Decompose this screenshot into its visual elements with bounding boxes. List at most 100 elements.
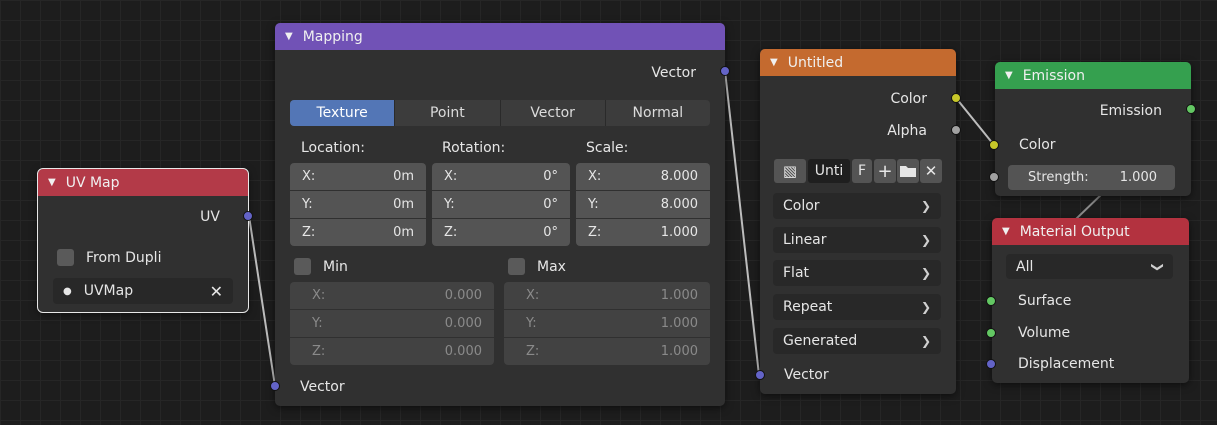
collapse-icon[interactable]: ▼	[770, 57, 778, 68]
output-emission-label: Emission	[1099, 103, 1162, 119]
interpolation-dropdown[interactable]: Linear ❯	[773, 227, 941, 253]
emission-input-strength-socket[interactable]	[989, 172, 999, 182]
target-dropdown[interactable]: All ❯	[1006, 254, 1173, 279]
chevron-down-icon: ❯	[1150, 261, 1165, 272]
location-label: Location:	[301, 140, 365, 156]
tab-normal[interactable]: Normal	[606, 100, 710, 126]
color-space-dropdown[interactable]: Color ❯	[773, 193, 941, 219]
node-title: UV Map	[65, 174, 120, 191]
texture-input-vector-socket[interactable]	[755, 370, 765, 380]
new-image-button[interactable]: +	[874, 159, 896, 183]
max-z-field[interactable]: Z: 1.000	[504, 338, 710, 365]
link-vector-to-vector	[724, 70, 760, 376]
open-image-button[interactable]	[897, 159, 919, 183]
min-label: Min	[323, 259, 348, 275]
node-title: Mapping	[302, 28, 363, 45]
collapse-icon[interactable]: ▼	[1005, 70, 1013, 81]
emission-output-socket[interactable]	[1186, 104, 1196, 114]
texture-output-color-socket[interactable]	[951, 93, 961, 103]
input-color-label: Color	[1019, 137, 1056, 153]
link-uv-to-vector	[248, 215, 276, 387]
from-dupli-label: From Dupli	[86, 250, 162, 266]
mapping-node[interactable]: ▼ Mapping Vector Texture Point Vector No…	[275, 23, 725, 406]
chevron-down-icon: ❯	[920, 266, 931, 280]
fake-user-button[interactable]: F	[852, 159, 872, 183]
rotation-x-field[interactable]: X: 0°	[432, 163, 570, 190]
input-vector-label: Vector	[784, 367, 829, 383]
collapse-icon[interactable]: ▼	[48, 177, 56, 188]
mapping-node-header[interactable]: ▼ Mapping	[275, 23, 725, 50]
output-alpha-label: Alpha	[887, 123, 927, 139]
chevron-down-icon: ❯	[920, 334, 931, 348]
image-icon: ▧	[782, 162, 798, 180]
close-icon[interactable]: ✕	[210, 282, 223, 301]
location-x-field[interactable]: X: 0m	[290, 163, 426, 190]
uvmap-node-header[interactable]: ▼ UV Map	[38, 169, 248, 196]
tab-texture[interactable]: Texture	[290, 100, 396, 126]
emission-input-color-socket[interactable]	[989, 140, 999, 150]
mapping-output-vector-socket[interactable]	[720, 66, 730, 76]
output-volume-socket[interactable]	[986, 328, 996, 338]
chevron-down-icon: ❯	[920, 300, 931, 314]
uvmap-output-uv-socket[interactable]	[243, 211, 253, 221]
scale-y-field[interactable]: Y: 8.000	[576, 191, 710, 218]
image-browse-button[interactable]: ▧	[774, 159, 806, 183]
scale-label: Scale:	[586, 140, 629, 156]
uvmap-selector[interactable]: ● UVMap ✕	[53, 278, 233, 304]
unlink-image-button[interactable]: ✕	[920, 159, 942, 183]
folder-icon	[900, 166, 916, 177]
emission-node[interactable]: ▼ Emission Emission Color Strength: 1.00…	[995, 62, 1191, 196]
scale-z-field[interactable]: Z: 1.000	[576, 219, 710, 246]
output-uv-label: UV	[200, 209, 220, 225]
chevron-down-icon: ❯	[920, 233, 931, 247]
node-title: Material Output	[1019, 223, 1130, 240]
input-volume-label: Volume	[1018, 325, 1071, 341]
bullet-icon: ●	[63, 285, 72, 297]
from-dupli-checkbox[interactable]	[57, 249, 74, 266]
output-color-label: Color	[890, 91, 927, 107]
collapse-icon[interactable]: ▼	[285, 31, 293, 42]
image-name-field[interactable]: Unti	[808, 159, 850, 183]
input-surface-label: Surface	[1018, 293, 1072, 309]
tab-vector[interactable]: Vector	[501, 100, 606, 126]
vector-type-tabs: Texture Point Vector Normal	[290, 100, 710, 126]
material-output-node[interactable]: ▼ Material Output All ❯ Surface Volume Di…	[992, 218, 1189, 383]
output-vector-label: Vector	[651, 65, 696, 81]
max-x-field[interactable]: X: 1.000	[504, 282, 710, 309]
projection-dropdown[interactable]: Flat ❯	[773, 260, 941, 286]
strength-field[interactable]: Strength: 1.000	[1008, 165, 1175, 190]
min-y-field[interactable]: Y: 0.000	[290, 310, 494, 337]
rotation-label: Rotation:	[442, 140, 506, 156]
texture-output-alpha-socket[interactable]	[951, 125, 961, 135]
min-x-field[interactable]: X: 0.000	[290, 282, 494, 309]
rotation-z-field[interactable]: Z: 0°	[432, 219, 570, 246]
extension-dropdown[interactable]: Repeat ❯	[773, 294, 941, 320]
output-surface-socket[interactable]	[986, 296, 996, 306]
material-output-node-header[interactable]: ▼ Material Output	[992, 218, 1189, 245]
input-vector-label: Vector	[300, 379, 345, 395]
location-y-field[interactable]: Y: 0m	[290, 191, 426, 218]
collapse-icon[interactable]: ▼	[1002, 226, 1010, 237]
scale-x-field[interactable]: X: 8.000	[576, 163, 710, 190]
image-texture-node-header[interactable]: ▼ Untitled	[760, 49, 956, 76]
max-checkbox[interactable]	[508, 258, 525, 275]
max-y-field[interactable]: Y: 1.000	[504, 310, 710, 337]
mapping-input-vector-socket[interactable]	[270, 381, 280, 391]
rotation-y-field[interactable]: Y: 0°	[432, 191, 570, 218]
min-checkbox[interactable]	[294, 258, 311, 275]
emission-node-header[interactable]: ▼ Emission	[995, 62, 1191, 89]
image-texture-node[interactable]: ▼ Untitled Color Alpha ▧ Unti F + ✕ Colo…	[760, 49, 956, 394]
plus-icon: +	[877, 160, 893, 182]
node-title: Untitled	[787, 54, 844, 71]
source-dropdown[interactable]: Generated ❯	[773, 328, 941, 354]
output-displacement-socket[interactable]	[986, 359, 996, 369]
max-label: Max	[537, 259, 566, 275]
uvmap-value: UVMap	[83, 283, 134, 299]
location-z-field[interactable]: Z: 0m	[290, 219, 426, 246]
uvmap-node[interactable]: ▼ UV Map UV From Dupli ● UVMap ✕	[37, 168, 249, 313]
min-z-field[interactable]: Z: 0.000	[290, 338, 494, 365]
tab-point[interactable]: Point	[395, 100, 501, 126]
chevron-down-icon: ❯	[920, 199, 931, 213]
node-title: Emission	[1022, 67, 1085, 84]
close-icon: ✕	[924, 162, 938, 180]
